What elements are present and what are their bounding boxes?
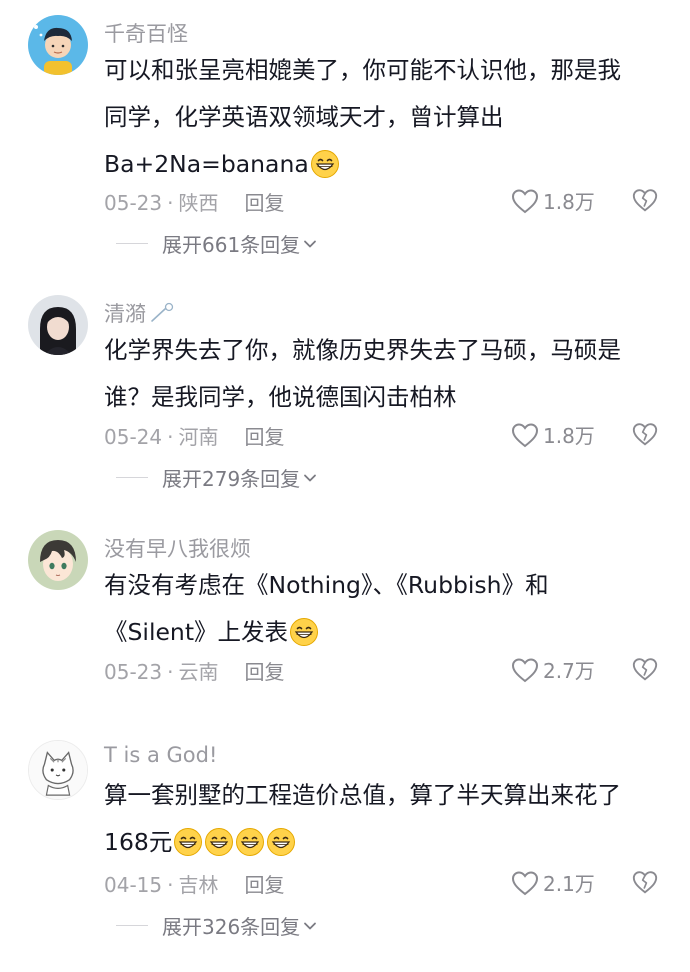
reply-button[interactable]: 回复 xyxy=(244,425,284,449)
like-count: 2.1万 xyxy=(543,872,595,896)
expand-replies-label: 展开279条回复 xyxy=(162,467,301,491)
grin-emoji xyxy=(173,826,203,873)
broken-heart-icon xyxy=(632,658,658,681)
broken-heart-icon xyxy=(632,871,658,894)
comment-line: 可以和张呈亮相媲美了，你可能不认识他，那是我 xyxy=(104,56,621,84)
username[interactable]: 清漪 xyxy=(104,298,176,328)
avatar-girl-photo-icon xyxy=(28,295,88,355)
heart-outline-icon xyxy=(511,188,539,213)
comment-date: 05-23 xyxy=(104,660,163,684)
separator-dot: · xyxy=(167,425,174,449)
divider-dash xyxy=(116,243,148,244)
avatar-anime-boy-icon xyxy=(28,530,88,590)
like-count: 1.8万 xyxy=(543,190,595,214)
comment-date: 05-23 xyxy=(104,191,163,215)
reply-button[interactable]: 回复 xyxy=(244,660,284,684)
expand-replies-button[interactable]: 展开661条回复 xyxy=(116,229,317,258)
comment-line: 有没有考虑在《Nothing》、《Rubbish》和 xyxy=(104,571,549,599)
comment-item: 清漪 化学界失去了你，就像历史界失去了马硕，马硕是 谁？是我同学，他说德国闪击柏… xyxy=(0,280,690,500)
like-count: 2.7万 xyxy=(543,659,595,683)
like-button[interactable]: 1.8万 xyxy=(510,186,595,215)
like-button[interactable]: 2.7万 xyxy=(510,655,595,684)
expand-replies-label: 展开326条回复 xyxy=(162,915,301,939)
comment-text: 化学界失去了你，就像历史界失去了马硕，马硕是 谁？是我同学，他说德国闪击柏林 xyxy=(104,327,664,421)
heart-outline-icon xyxy=(511,657,539,682)
grin-emoji xyxy=(310,148,340,195)
comment-location: 河南 xyxy=(178,425,219,449)
grin-emoji xyxy=(235,826,265,873)
expand-replies-label: 展开661条回复 xyxy=(162,233,301,257)
comment-meta: 04-15 · 吉林 回复 xyxy=(104,869,284,898)
broken-heart-icon xyxy=(632,423,658,446)
grin-emoji xyxy=(289,616,319,663)
divider-dash xyxy=(116,925,148,926)
dislike-button[interactable] xyxy=(631,655,659,687)
comment-text: 有没有考虑在《Nothing》、《Rubbish》和 《Silent》上发表 xyxy=(104,562,664,656)
chevron-down-icon xyxy=(304,922,317,929)
heart-outline-icon xyxy=(511,870,539,895)
like-button[interactable]: 2.1万 xyxy=(510,868,595,897)
separator-dot: · xyxy=(167,191,174,215)
divider-dash xyxy=(116,477,148,478)
dislike-button[interactable] xyxy=(631,868,659,900)
heart-outline-icon xyxy=(511,422,539,447)
chevron-down-icon xyxy=(304,474,317,481)
separator-dot: · xyxy=(167,873,174,897)
reply-button[interactable]: 回复 xyxy=(244,191,284,215)
comment-location: 吉林 xyxy=(178,873,219,897)
comment-line: 《Silent》上发表 xyxy=(104,609,664,656)
comment-item: T is a God! 算一套别墅的工程造价总值，算了半天算出来花了 168元 … xyxy=(0,725,690,965)
like-count: 1.8万 xyxy=(543,424,595,448)
comment-item: 千奇百怪 可以和张呈亮相媲美了，你可能不认识他，那是我 同学，化学英语双领域天才… xyxy=(0,0,690,270)
comment-meta: 05-23 · 云南 回复 xyxy=(104,656,284,685)
comment-text: 可以和张呈亮相媲美了，你可能不认识他，那是我 同学，化学英语双领域天才，曾计算出… xyxy=(104,47,664,188)
comment-text: 算一套别墅的工程造价总值，算了半天算出来花了 168元 xyxy=(104,772,664,866)
comment-location: 云南 xyxy=(178,660,219,684)
grin-emoji xyxy=(266,826,296,873)
comment-line: 谁？是我同学，他说德国闪击柏林 xyxy=(104,383,457,411)
reply-button[interactable]: 回复 xyxy=(244,873,284,897)
user-avatar[interactable] xyxy=(28,530,88,590)
clipped-row-remnant xyxy=(150,688,310,698)
like-button[interactable]: 1.8万 xyxy=(510,420,595,449)
comment-date: 04-15 xyxy=(104,873,163,897)
comment-line-text: 《Silent》上发表 xyxy=(104,618,289,646)
user-avatar[interactable] xyxy=(28,740,88,800)
user-avatar[interactable] xyxy=(28,15,88,75)
user-avatar[interactable] xyxy=(28,295,88,355)
username[interactable]: T is a God! xyxy=(104,743,217,767)
comment-date: 05-24 xyxy=(104,425,163,449)
chevron-down-icon xyxy=(304,240,317,247)
avatar-boy-illustration-icon xyxy=(28,15,88,75)
comment-line: 算一套别墅的工程造价总值，算了半天算出来花了 xyxy=(104,781,621,809)
separator-dot: · xyxy=(167,660,174,684)
comment-line-text: Ba+2Na=banana xyxy=(104,150,309,178)
comment-line-text: 168元 xyxy=(104,828,173,856)
comment-line: Ba+2Na=banana xyxy=(104,141,664,188)
username[interactable]: 千奇百怪 xyxy=(104,18,188,48)
magic-wand-icon xyxy=(151,302,174,322)
broken-heart-icon xyxy=(632,189,658,212)
comment-location: 陕西 xyxy=(178,191,219,215)
expand-replies-button[interactable]: 展开326条回复 xyxy=(116,911,317,940)
username[interactable]: 没有早八我很烦 xyxy=(104,533,251,563)
comment-line: 化学界失去了你，就像历史界失去了马硕，马硕是 xyxy=(104,336,621,364)
avatar-cat-sketch-icon xyxy=(29,741,87,799)
grin-emoji xyxy=(204,826,234,873)
comment-item: 没有早八我很烦 有没有考虑在《Nothing》、《Rubbish》和 《Sile… xyxy=(0,515,690,710)
expand-replies-button[interactable]: 展开279条回复 xyxy=(116,463,317,492)
dislike-button[interactable] xyxy=(631,186,659,218)
comment-page: { "comments": [ { "username": "千奇百怪", "l… xyxy=(0,0,690,972)
comment-meta: 05-23 · 陕西 回复 xyxy=(104,187,284,216)
comment-line: 同学，化学英语双领域天才，曾计算出 xyxy=(104,103,504,131)
comment-meta: 05-24 · 河南 回复 xyxy=(104,421,284,450)
dislike-button[interactable] xyxy=(631,420,659,452)
comment-line: 168元 xyxy=(104,819,664,866)
username-text: 清漪 xyxy=(104,302,146,326)
